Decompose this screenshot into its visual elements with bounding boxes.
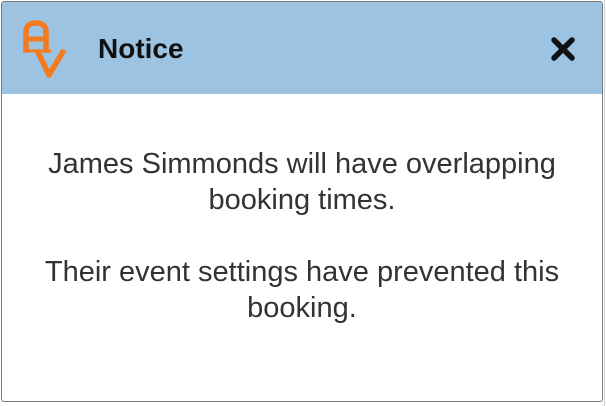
close-icon[interactable] — [546, 32, 580, 66]
dialog-message: James Simmonds will have overlapping boo… — [2, 146, 602, 326]
notice-dialog: Notice James Simmonds will have overlapp… — [1, 1, 603, 402]
dialog-header: Notice — [2, 2, 602, 94]
message-overlap: James Simmonds will have overlapping boo… — [48, 148, 556, 216]
backdrop-edge — [604, 0, 605, 406]
dialog-title: Notice — [98, 33, 184, 64]
message-prevented: Their event settings have prevented this… — [44, 256, 560, 324]
av-logo-icon — [23, 20, 67, 78]
